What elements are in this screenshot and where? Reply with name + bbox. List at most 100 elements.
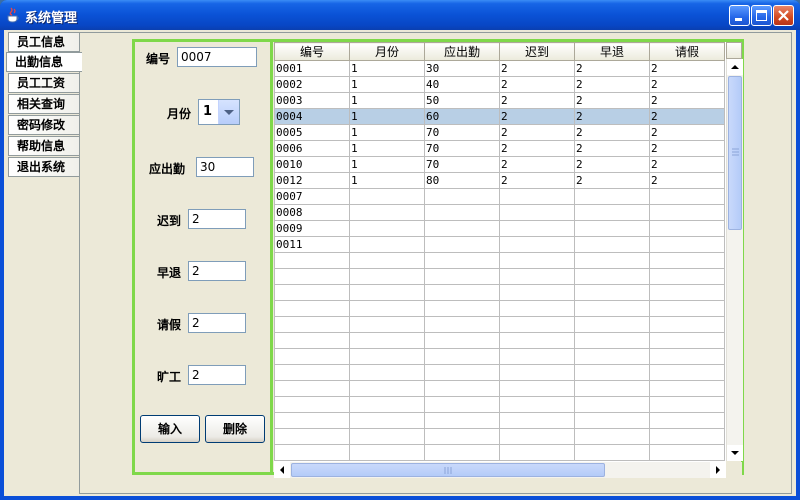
leave-field[interactable] [188,313,246,333]
minimize-button[interactable] [729,5,750,26]
table-row[interactable] [274,348,725,365]
table-cell[interactable] [424,348,500,365]
table-cell[interactable] [424,300,500,317]
table-cell[interactable]: 0008 [274,204,350,221]
table-cell[interactable]: 2 [649,156,725,173]
table-cell[interactable] [574,412,650,429]
table-cell[interactable] [499,332,575,349]
table-cell[interactable] [424,268,500,285]
table-cell[interactable] [424,204,500,221]
table-cell[interactable] [349,284,425,301]
table-cell[interactable] [349,268,425,285]
table-cell[interactable] [649,268,725,285]
table-row[interactable]: 0006 1 70 2 2 2 [274,140,725,157]
table-cell[interactable] [274,444,350,461]
table-cell[interactable] [574,300,650,317]
table-cell[interactable] [574,220,650,237]
column-header[interactable]: 迟到 [499,42,575,61]
table-cell[interactable] [274,316,350,333]
table-row[interactable]: 0009 [274,220,725,237]
table-row[interactable] [274,412,725,429]
table-cell[interactable]: 2 [499,60,575,77]
table-row[interactable]: 0012 1 80 2 2 2 [274,172,725,189]
table-cell[interactable]: 2 [649,172,725,189]
table-row[interactable] [274,444,725,461]
table-cell[interactable] [349,380,425,397]
absent-field[interactable] [188,365,246,385]
table-cell[interactable] [574,396,650,413]
table-cell[interactable] [424,236,500,253]
table-row[interactable]: 0011 [274,236,725,253]
table-row[interactable] [274,332,725,349]
table-cell[interactable]: 40 [424,76,500,93]
table-cell[interactable] [349,220,425,237]
table-cell[interactable]: 0012 [274,172,350,189]
table-cell[interactable] [349,364,425,381]
table-cell[interactable] [649,412,725,429]
late-field[interactable] [188,209,246,229]
table-row[interactable] [274,252,725,269]
table-cell[interactable] [424,364,500,381]
table-cell[interactable] [499,188,575,205]
table-cell[interactable]: 2 [649,140,725,157]
table-cell[interactable] [499,428,575,445]
attendance-table[interactable]: 编号 月份 应出勤 迟到 早退 请假 0001 1 30 2 2 2 0002 1 40 2 2 2 0003 1 5… [274,42,726,462]
tab-related-query[interactable]: 相关查询 [8,94,80,114]
table-cell[interactable]: 0006 [274,140,350,157]
table-cell[interactable] [574,284,650,301]
table-cell[interactable] [574,316,650,333]
table-cell[interactable]: 2 [499,156,575,173]
table-cell[interactable] [349,204,425,221]
table-cell[interactable] [574,348,650,365]
table-cell[interactable] [349,316,425,333]
column-header[interactable]: 月份 [349,42,425,61]
table-cell[interactable] [649,364,725,381]
table-cell[interactable]: 0002 [274,76,350,93]
table-cell[interactable] [649,332,725,349]
table-cell[interactable]: 1 [349,108,425,125]
table-cell[interactable] [424,188,500,205]
table-cell[interactable] [574,188,650,205]
table-cell[interactable] [499,380,575,397]
table-cell[interactable]: 2 [649,76,725,93]
table-cell[interactable] [649,396,725,413]
table-cell[interactable] [424,316,500,333]
table-cell[interactable] [649,284,725,301]
table-row[interactable]: 0008 [274,204,725,221]
tab-attendance-info[interactable]: 出勤信息 [6,52,82,72]
table-cell[interactable] [274,348,350,365]
month-dropdown-button[interactable] [218,100,239,124]
table-row[interactable]: 0003 1 50 2 2 2 [274,92,725,109]
table-cell[interactable] [424,284,500,301]
column-header[interactable]: 应出勤 [424,42,500,61]
table-cell[interactable] [649,236,725,253]
table-cell[interactable] [649,316,725,333]
table-cell[interactable] [574,364,650,381]
table-cell[interactable] [424,252,500,269]
table-cell[interactable] [574,204,650,221]
tab-employee-info[interactable]: 员工信息 [8,32,80,52]
table-cell[interactable]: 2 [499,92,575,109]
table-cell[interactable]: 1 [349,140,425,157]
table-cell[interactable]: 0005 [274,124,350,141]
table-cell[interactable]: 2 [574,156,650,173]
table-cell[interactable] [649,428,725,445]
table-cell[interactable] [349,236,425,253]
table-cell[interactable] [574,268,650,285]
table-cell[interactable]: 2 [499,172,575,189]
table-row[interactable]: 0002 1 40 2 2 2 [274,76,725,93]
table-cell[interactable]: 0003 [274,92,350,109]
table-cell[interactable] [349,412,425,429]
table-cell[interactable]: 80 [424,172,500,189]
table-cell[interactable] [274,396,350,413]
table-cell[interactable] [499,220,575,237]
table-cell[interactable]: 0004 [274,108,350,125]
tab-employee-salary[interactable]: 员工工资 [8,73,80,93]
column-header[interactable]: 请假 [649,42,725,61]
table-cell[interactable] [274,252,350,269]
table-cell[interactable] [499,252,575,269]
month-select[interactable]: 1 [198,99,240,125]
table-cell[interactable] [649,300,725,317]
table-cell[interactable] [424,412,500,429]
table-cell[interactable]: 0007 [274,188,350,205]
